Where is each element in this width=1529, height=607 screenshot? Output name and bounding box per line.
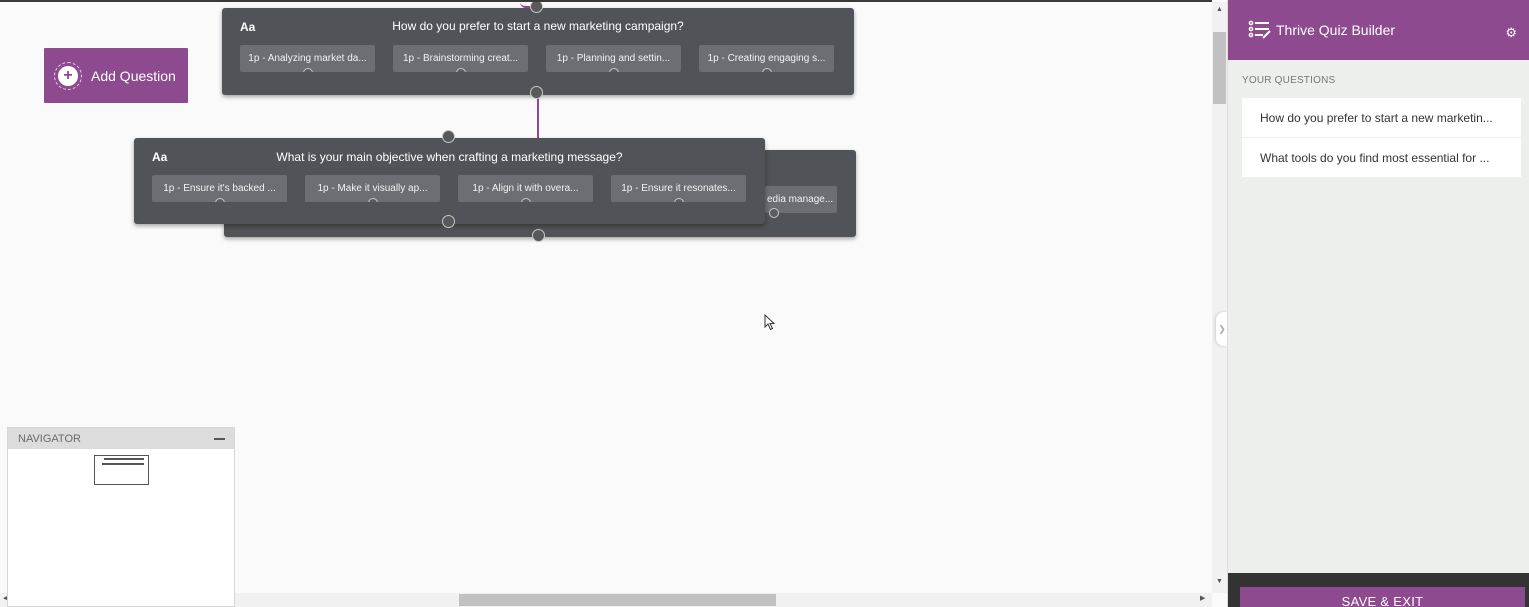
- answer-output-node[interactable]: [761, 68, 772, 72]
- vertical-scroll-thumb[interactable]: [1213, 32, 1226, 104]
- question-card-2[interactable]: Aa What is your main objective when craf…: [134, 138, 765, 224]
- your-questions-label: YOUR QUESTIONS: [1242, 75, 1336, 86]
- answer-output-node[interactable]: [520, 198, 531, 202]
- answer-output-node[interactable]: [214, 198, 225, 202]
- plus-circle-icon: +: [54, 61, 82, 90]
- answer-option[interactable]: 1p - Make it visually ap...: [305, 175, 440, 202]
- answer-list: 1p - Ensure it's backed ... 1p - Make it…: [152, 175, 746, 202]
- sidebar-question-item[interactable]: How do you prefer to start a new marketi…: [1242, 98, 1521, 137]
- answer-output-node[interactable]: [302, 68, 313, 72]
- question-title: What is your main objective when craftin…: [276, 150, 623, 164]
- navigator-panel: NAVIGATOR: [7, 427, 235, 607]
- scroll-down-arrow-icon[interactable]: ▼: [1212, 578, 1227, 585]
- answer-output-node[interactable]: [769, 208, 779, 218]
- answer-label: 1p - Analyzing market da...: [248, 53, 367, 64]
- question-3-output-node[interactable]: [532, 229, 545, 242]
- gear-icon[interactable]: ⚙: [1505, 25, 1517, 41]
- question-1-input-node[interactable]: [530, 2, 543, 13]
- question-1-output-node[interactable]: [530, 86, 543, 99]
- answer-option[interactable]: 1p - Planning and settin...: [546, 45, 681, 72]
- question-card-1[interactable]: Aa How do you prefer to start a new mark…: [222, 8, 854, 95]
- answer-output-node[interactable]: [367, 198, 378, 202]
- minimize-icon[interactable]: [214, 437, 225, 440]
- answer-list: 1p - Analyzing market da... 1p - Brainst…: [240, 45, 834, 72]
- answer-label: 1p - Ensure it resonates...: [621, 183, 736, 194]
- minimap-card: [102, 463, 144, 465]
- add-question-label: Add Question: [91, 67, 176, 84]
- answer-option[interactable]: 1p - Analyzing market da...: [240, 45, 375, 72]
- answer-label: 1p - Creating engaging s...: [707, 53, 826, 64]
- sidebar-question-item[interactable]: What tools do you find most essential fo…: [1242, 138, 1521, 177]
- minimap-card: [104, 458, 144, 460]
- question-title: How do you prefer to start a new marketi…: [392, 19, 684, 33]
- sidebar-footer: SAVE & EXIT: [1228, 573, 1529, 607]
- answer-label: 1p - Align it with overa...: [472, 183, 579, 194]
- scroll-up-arrow-icon[interactable]: ▲: [1212, 6, 1227, 13]
- app-title: Thrive Quiz Builder: [1276, 22, 1396, 38]
- navigator-title: NAVIGATOR: [18, 432, 81, 445]
- horizontal-scroll-thumb[interactable]: [459, 594, 776, 606]
- sidebar: Thrive Quiz Builder ⚙ YOUR QUESTIONS How…: [1227, 0, 1529, 607]
- question-2-input-node[interactable]: [442, 130, 455, 143]
- answer-label: 1p - Ensure it's backed ...: [163, 183, 276, 194]
- answer-label: 1p - Make it visually ap...: [317, 183, 428, 194]
- answer-output-node[interactable]: [608, 68, 619, 72]
- quiz-list-icon: [1248, 20, 1271, 39]
- answer-output-node[interactable]: [673, 198, 684, 202]
- save-and-exit-button[interactable]: SAVE & EXIT: [1240, 587, 1525, 607]
- answer-option[interactable]: 1p - Ensure it's backed ...: [152, 175, 287, 202]
- answer-label: edia manage...: [767, 194, 834, 205]
- answer-option[interactable]: 1p - Creating engaging s...: [699, 45, 834, 72]
- answer-label: 1p - Brainstorming creat...: [402, 53, 519, 64]
- question-2-output-node[interactable]: [442, 215, 455, 228]
- answer-option[interactable]: 1p - Ensure it resonates...: [611, 175, 746, 202]
- connector-line: [537, 98, 539, 138]
- sidebar-header: Thrive Quiz Builder ⚙: [1228, 0, 1529, 60]
- answer-label: 1p - Planning and settin...: [556, 53, 671, 64]
- answer-output-node[interactable]: [455, 68, 466, 72]
- answer-option[interactable]: 1p - Brainstorming creat...: [393, 45, 528, 72]
- navigator-header: NAVIGATOR: [8, 428, 234, 449]
- mouse-cursor-icon: [764, 314, 776, 331]
- vertical-scrollbar[interactable]: ▲ ▼: [1212, 2, 1227, 593]
- scroll-right-arrow-icon[interactable]: ▶: [1200, 594, 1205, 602]
- quiz-builder-app: edia manage... Aa How do you prefer to s…: [0, 0, 1529, 607]
- add-question-button[interactable]: + Add Question: [44, 48, 188, 103]
- answer-option[interactable]: 1p - Align it with overa...: [458, 175, 593, 202]
